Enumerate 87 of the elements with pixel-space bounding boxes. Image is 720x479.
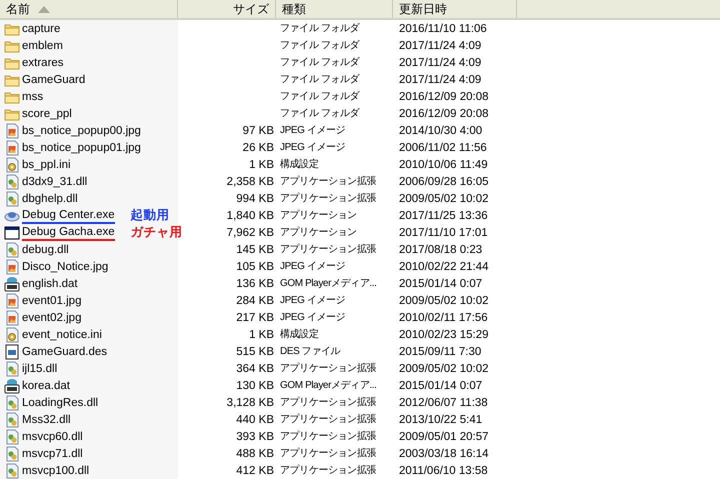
file-size: 364 KB: [236, 362, 274, 376]
file-type: DES ファイル: [280, 344, 340, 358]
file-type: GOM Playerメディア...: [280, 276, 377, 290]
file-size: 145 KB: [236, 242, 274, 256]
file-size: 130 KB: [236, 378, 274, 392]
file-type: JPEG イメージ: [280, 124, 346, 138]
file-type: JPEG イメージ: [280, 140, 346, 154]
modified-date: 2003/03/18 16:14: [399, 446, 489, 460]
file-size: 3,128 KB: [226, 396, 274, 410]
file-type: GOM Playerメディア...: [280, 378, 377, 392]
modified-date: 2017/11/24 4:09: [399, 38, 482, 52]
file-type: ファイル フォルダ: [280, 22, 360, 36]
file-size: 412 KB: [236, 464, 274, 478]
file-size: 393 KB: [236, 430, 274, 444]
modified-date: 2015/09/11 7:30: [399, 344, 482, 358]
modified-date: 2017/11/24 4:09: [399, 72, 482, 86]
file-type: ファイル フォルダ: [280, 38, 360, 52]
annotation-label: 起動用: [130, 208, 170, 223]
file-type: JPEG イメージ: [280, 294, 346, 308]
modified-date: 2015/01/14 0:07: [399, 378, 482, 392]
file-type: アプリケーション拡張: [280, 412, 376, 426]
file-size: 7,962 KB: [226, 226, 274, 240]
modified-date: 2017/08/18 0:23: [399, 242, 482, 256]
modified-date: 2009/05/02 10:02: [399, 294, 489, 308]
file-type: アプリケーション拡張: [280, 446, 376, 460]
modified-date: 2006/09/28 16:05: [399, 174, 489, 188]
file-size: 97 KB: [242, 124, 274, 138]
file-size: 1,840 KB: [226, 208, 274, 222]
modified-date: 2010/02/22 21:44: [399, 260, 489, 274]
column-header[interactable]: 名前: [0, 0, 178, 18]
file-type: アプリケーション: [280, 208, 357, 222]
modified-date: 2010/02/23 15:29: [399, 328, 489, 342]
file-type: アプリケーション拡張: [280, 464, 376, 478]
file-type: アプリケーション: [280, 226, 357, 240]
modified-date: 2006/11/02 11:56: [399, 140, 487, 154]
modified-date: 2010/10/06 11:49: [399, 158, 488, 172]
column-header[interactable]: 更新日時: [393, 0, 517, 18]
modified-date: 2009/05/01 20:57: [399, 430, 489, 444]
annotation-label: ガチャ用: [130, 225, 183, 240]
modified-date: 2013/10/22 5:41: [399, 412, 482, 426]
file-type: ファイル フォルダ: [280, 56, 360, 70]
file-size: 284 KB: [236, 294, 274, 308]
file-name[interactable]: mss: [22, 90, 44, 104]
modified-date: 2017/11/25 13:36: [399, 208, 488, 222]
file-type: アプリケーション拡張: [280, 362, 376, 376]
modified-date: 2012/06/07 11:38: [399, 396, 488, 410]
file-name[interactable]: extrares: [22, 56, 64, 70]
file-type: JPEG イメージ: [280, 260, 346, 274]
modified-date: 2009/05/02 10:02: [399, 192, 489, 206]
file-type: アプリケーション拡張: [280, 430, 376, 444]
modified-date: 2015/01/14 0:07: [399, 276, 482, 290]
file-type: JPEG イメージ: [280, 310, 346, 324]
file-size: 26 KB: [242, 140, 274, 154]
file-size: 994 KB: [236, 192, 274, 206]
file-type: ファイル フォルダ: [280, 106, 360, 120]
file-size: 440 KB: [236, 412, 274, 426]
file-size: 515 KB: [236, 344, 274, 358]
modified-date: 2010/02/11 17:56: [399, 310, 488, 324]
file-size: 488 KB: [236, 446, 274, 460]
modified-date: 2014/10/30 4:00: [399, 124, 482, 138]
file-type: アプリケーション拡張: [280, 396, 376, 410]
file-type: 構成設定: [280, 158, 318, 172]
modified-date: 2016/11/10 11:06: [399, 22, 487, 36]
file-size: 1 KB: [249, 158, 274, 172]
file-type: アプリケーション拡張: [280, 174, 376, 188]
column-header[interactable]: 種類: [276, 0, 393, 18]
file-size: 105 KB: [236, 260, 274, 274]
file-size: 1 KB: [249, 328, 274, 342]
file-size: 136 KB: [236, 276, 274, 290]
file-size: 217 KB: [236, 310, 274, 324]
modified-date: 2009/05/02 10:02: [399, 362, 489, 376]
file-name[interactable]: capture: [22, 22, 60, 36]
file-name[interactable]: ijl15.dll: [22, 362, 58, 376]
modified-date: 2011/06/10 13:58: [399, 464, 488, 478]
file-type: アプリケーション拡張: [280, 242, 376, 256]
modified-date: 2016/12/09 20:08: [399, 106, 489, 120]
modified-date: 2017/11/10 17:01: [399, 226, 488, 240]
modified-date: 2017/11/24 4:09: [399, 56, 482, 70]
file-type: 構成設定: [280, 328, 318, 342]
sort-ascending-icon: [38, 6, 50, 12]
file-name[interactable]: emblem: [22, 38, 63, 52]
file-size: 2,358 KB: [226, 174, 274, 188]
file-type: ファイル フォルダ: [280, 90, 360, 104]
file-type: アプリケーション拡張: [280, 192, 376, 206]
file-type: ファイル フォルダ: [280, 72, 360, 86]
modified-date: 2016/12/09 20:08: [399, 90, 489, 104]
column-header[interactable]: サイズ: [178, 0, 276, 18]
